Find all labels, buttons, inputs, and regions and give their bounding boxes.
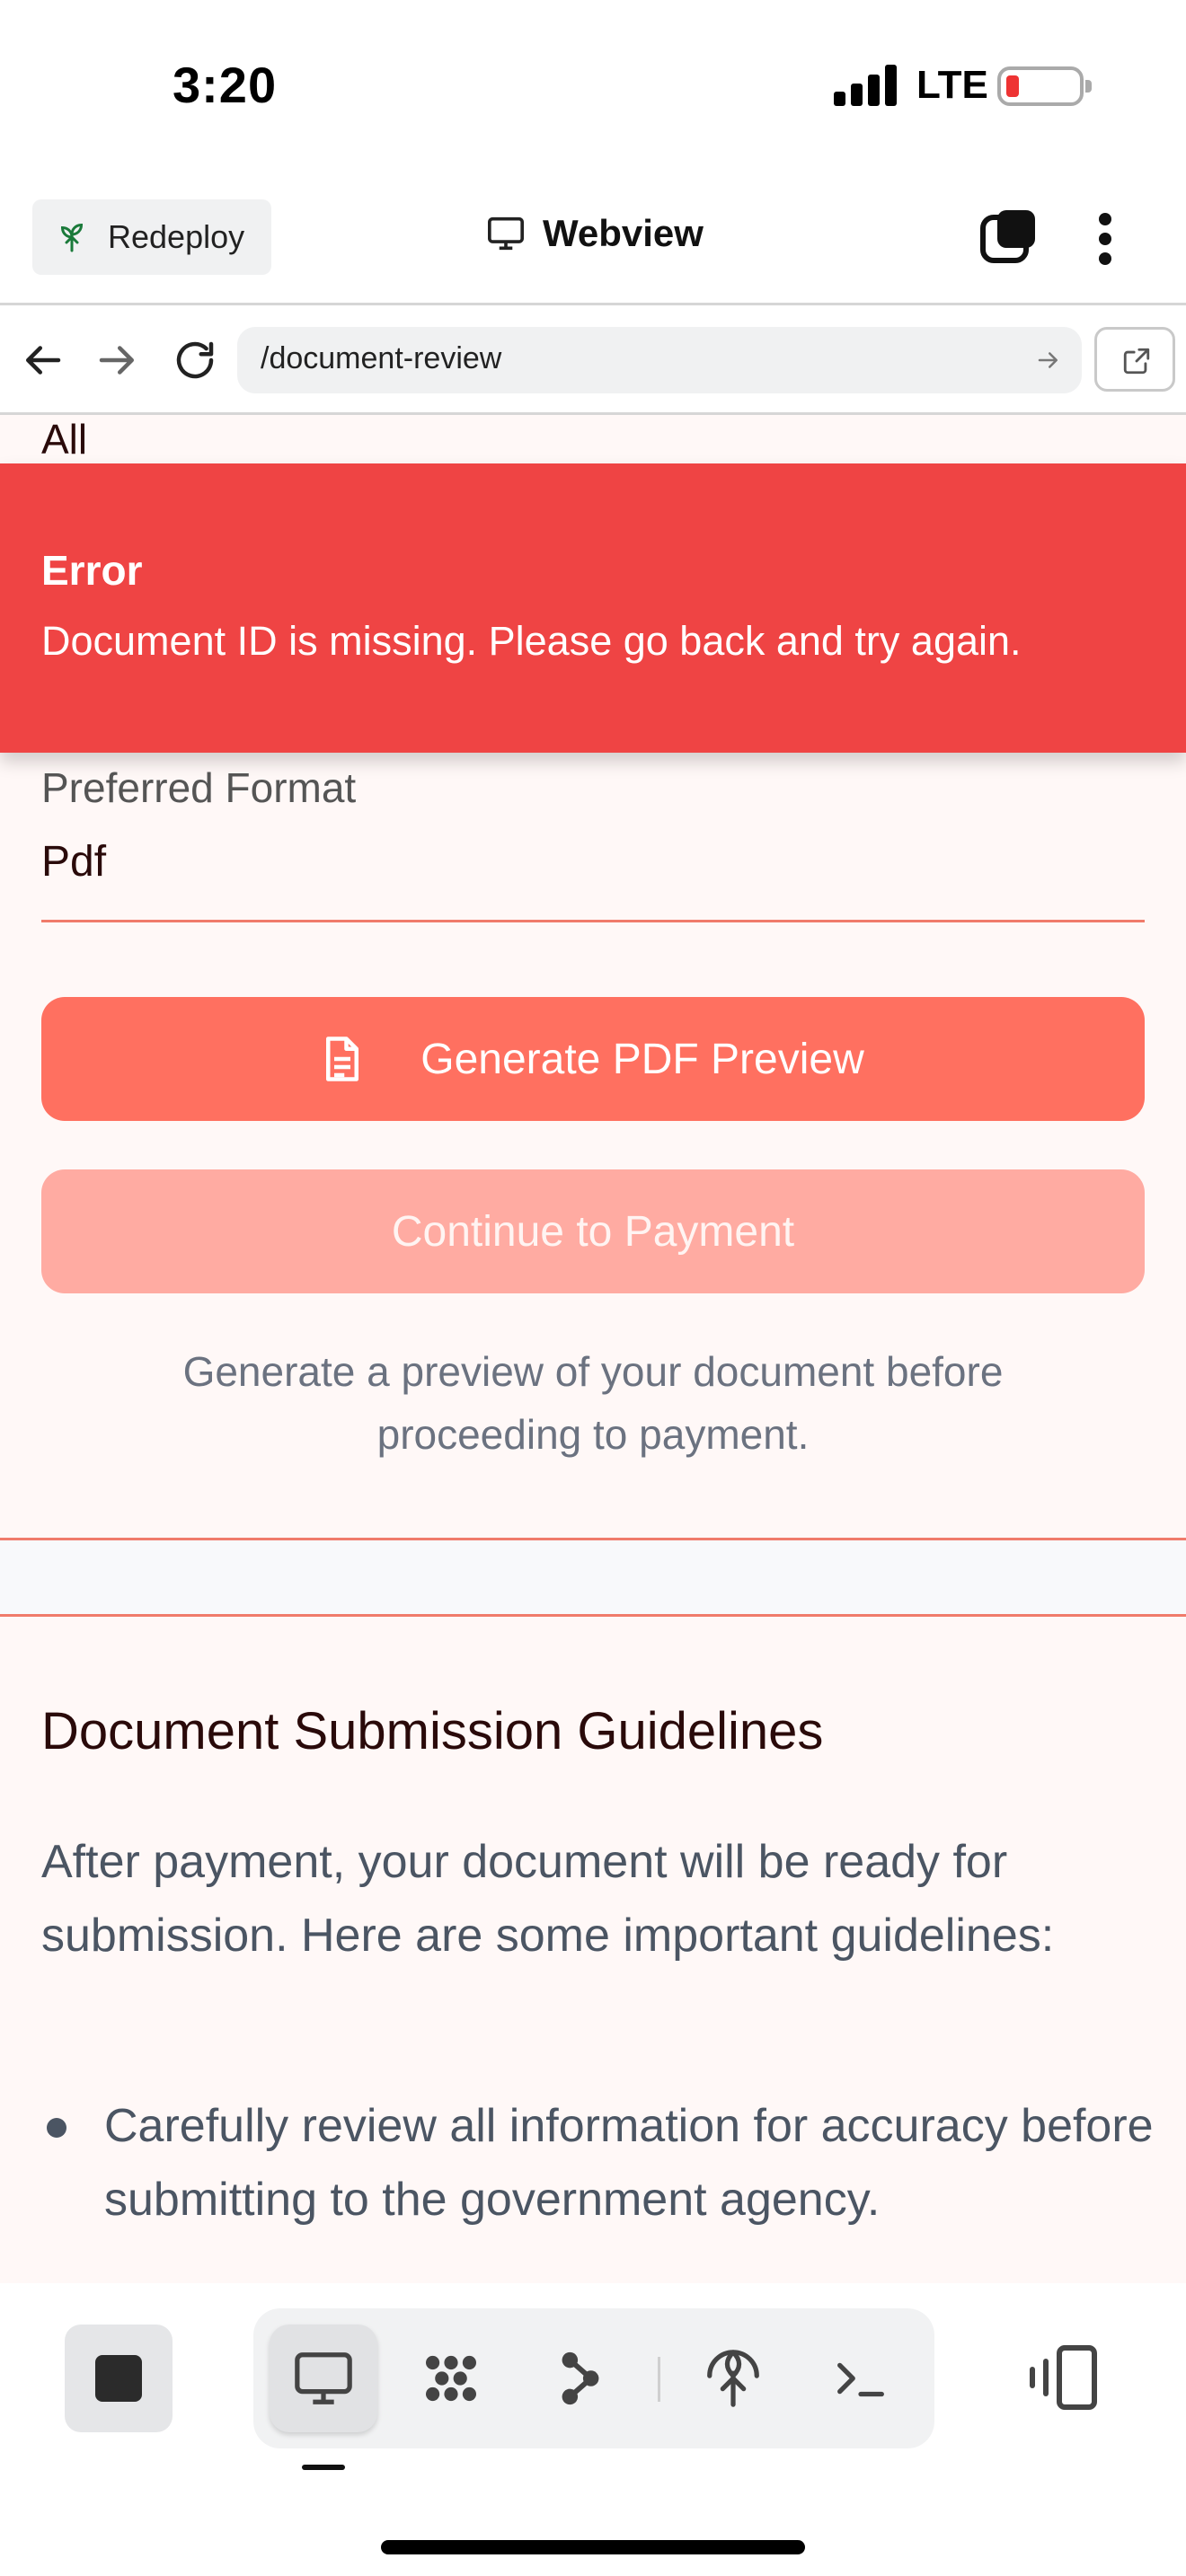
continue-to-payment-button[interactable]: Continue to Payment xyxy=(41,1169,1145,1293)
stop-icon xyxy=(95,2355,142,2402)
app-bar: Redeploy Webview xyxy=(0,171,1186,305)
webview-title: Webview xyxy=(485,212,704,255)
bottom-toolbar xyxy=(0,2283,1186,2576)
tool-grid[interactable] xyxy=(397,2325,505,2432)
tool-deploy[interactable] xyxy=(679,2325,787,2432)
battery-icon xyxy=(997,66,1092,106)
branch-icon xyxy=(562,2351,599,2405)
url-text: /document-review xyxy=(261,341,502,375)
document-icon xyxy=(326,1037,359,1081)
tool-group xyxy=(253,2308,934,2448)
guidelines-intro: After payment, your document will be rea… xyxy=(41,1836,1055,1962)
format-underline xyxy=(41,920,1145,922)
list-item: Carefully review all information for acc… xyxy=(41,2089,1164,2236)
tool-branch[interactable] xyxy=(527,2325,634,2432)
tool-terminal[interactable] xyxy=(807,2325,915,2432)
panel-layout-icon[interactable] xyxy=(1024,2337,1105,2418)
home-indicator[interactable] xyxy=(381,2540,805,2554)
signal-icon xyxy=(834,65,898,106)
redeploy-button[interactable]: Redeploy xyxy=(32,199,271,275)
tool-separator xyxy=(658,2357,660,2402)
webview-content: All Error Document ID is missing. Please… xyxy=(0,415,1186,2283)
generate-pdf-preview-button[interactable]: Generate PDF Preview xyxy=(41,997,1145,1121)
format-select[interactable]: Pdf xyxy=(41,837,106,887)
status-bar: 3:20 LTE xyxy=(0,0,1186,171)
tabs-icon[interactable] xyxy=(979,207,1039,266)
guidelines-title: Document Submission Guidelines xyxy=(41,1702,824,1760)
guidelines-list: Carefully review all information for acc… xyxy=(41,2089,1164,2236)
error-message: Document ID is missing. Please go back a… xyxy=(41,618,1022,664)
more-vertical-icon[interactable] xyxy=(1087,210,1123,268)
monitor-icon xyxy=(295,2352,352,2404)
section-divider xyxy=(0,1538,1186,1617)
error-toast[interactable]: Error Document ID is missing. Please go … xyxy=(0,463,1186,753)
sprout-icon xyxy=(707,2350,759,2407)
redeploy-label: Redeploy xyxy=(108,218,245,255)
back-arrow-icon[interactable] xyxy=(18,336,66,384)
stop-button[interactable] xyxy=(65,2325,173,2432)
status-time: 3:20 xyxy=(173,57,278,113)
active-tool-indicator xyxy=(302,2465,345,2470)
monitor-icon xyxy=(488,216,524,251)
format-label: Preferred Format xyxy=(41,764,357,811)
error-title: Error xyxy=(41,547,143,594)
filter-label: All xyxy=(41,416,88,463)
terminal-icon xyxy=(837,2362,884,2397)
forward-arrow-icon[interactable] xyxy=(93,336,142,384)
reload-icon[interactable] xyxy=(171,336,219,384)
page-title: Webview xyxy=(543,212,704,254)
sprout-icon xyxy=(60,223,84,252)
open-external-button[interactable] xyxy=(1094,327,1175,392)
url-input[interactable]: /document-review xyxy=(237,327,1082,393)
go-arrow-icon[interactable] xyxy=(1035,347,1062,374)
payment-button-label: Continue to Payment xyxy=(391,1207,795,1256)
generate-button-label: Generate PDF Preview xyxy=(420,1035,864,1083)
helper-text: Generate a preview of your document befo… xyxy=(182,1348,1004,1458)
grid-dots-icon xyxy=(426,2355,476,2402)
url-row: /document-review xyxy=(0,305,1186,415)
network-type: LTE xyxy=(916,63,988,107)
external-link-icon xyxy=(1123,348,1150,375)
tool-webview[interactable] xyxy=(270,2325,377,2432)
